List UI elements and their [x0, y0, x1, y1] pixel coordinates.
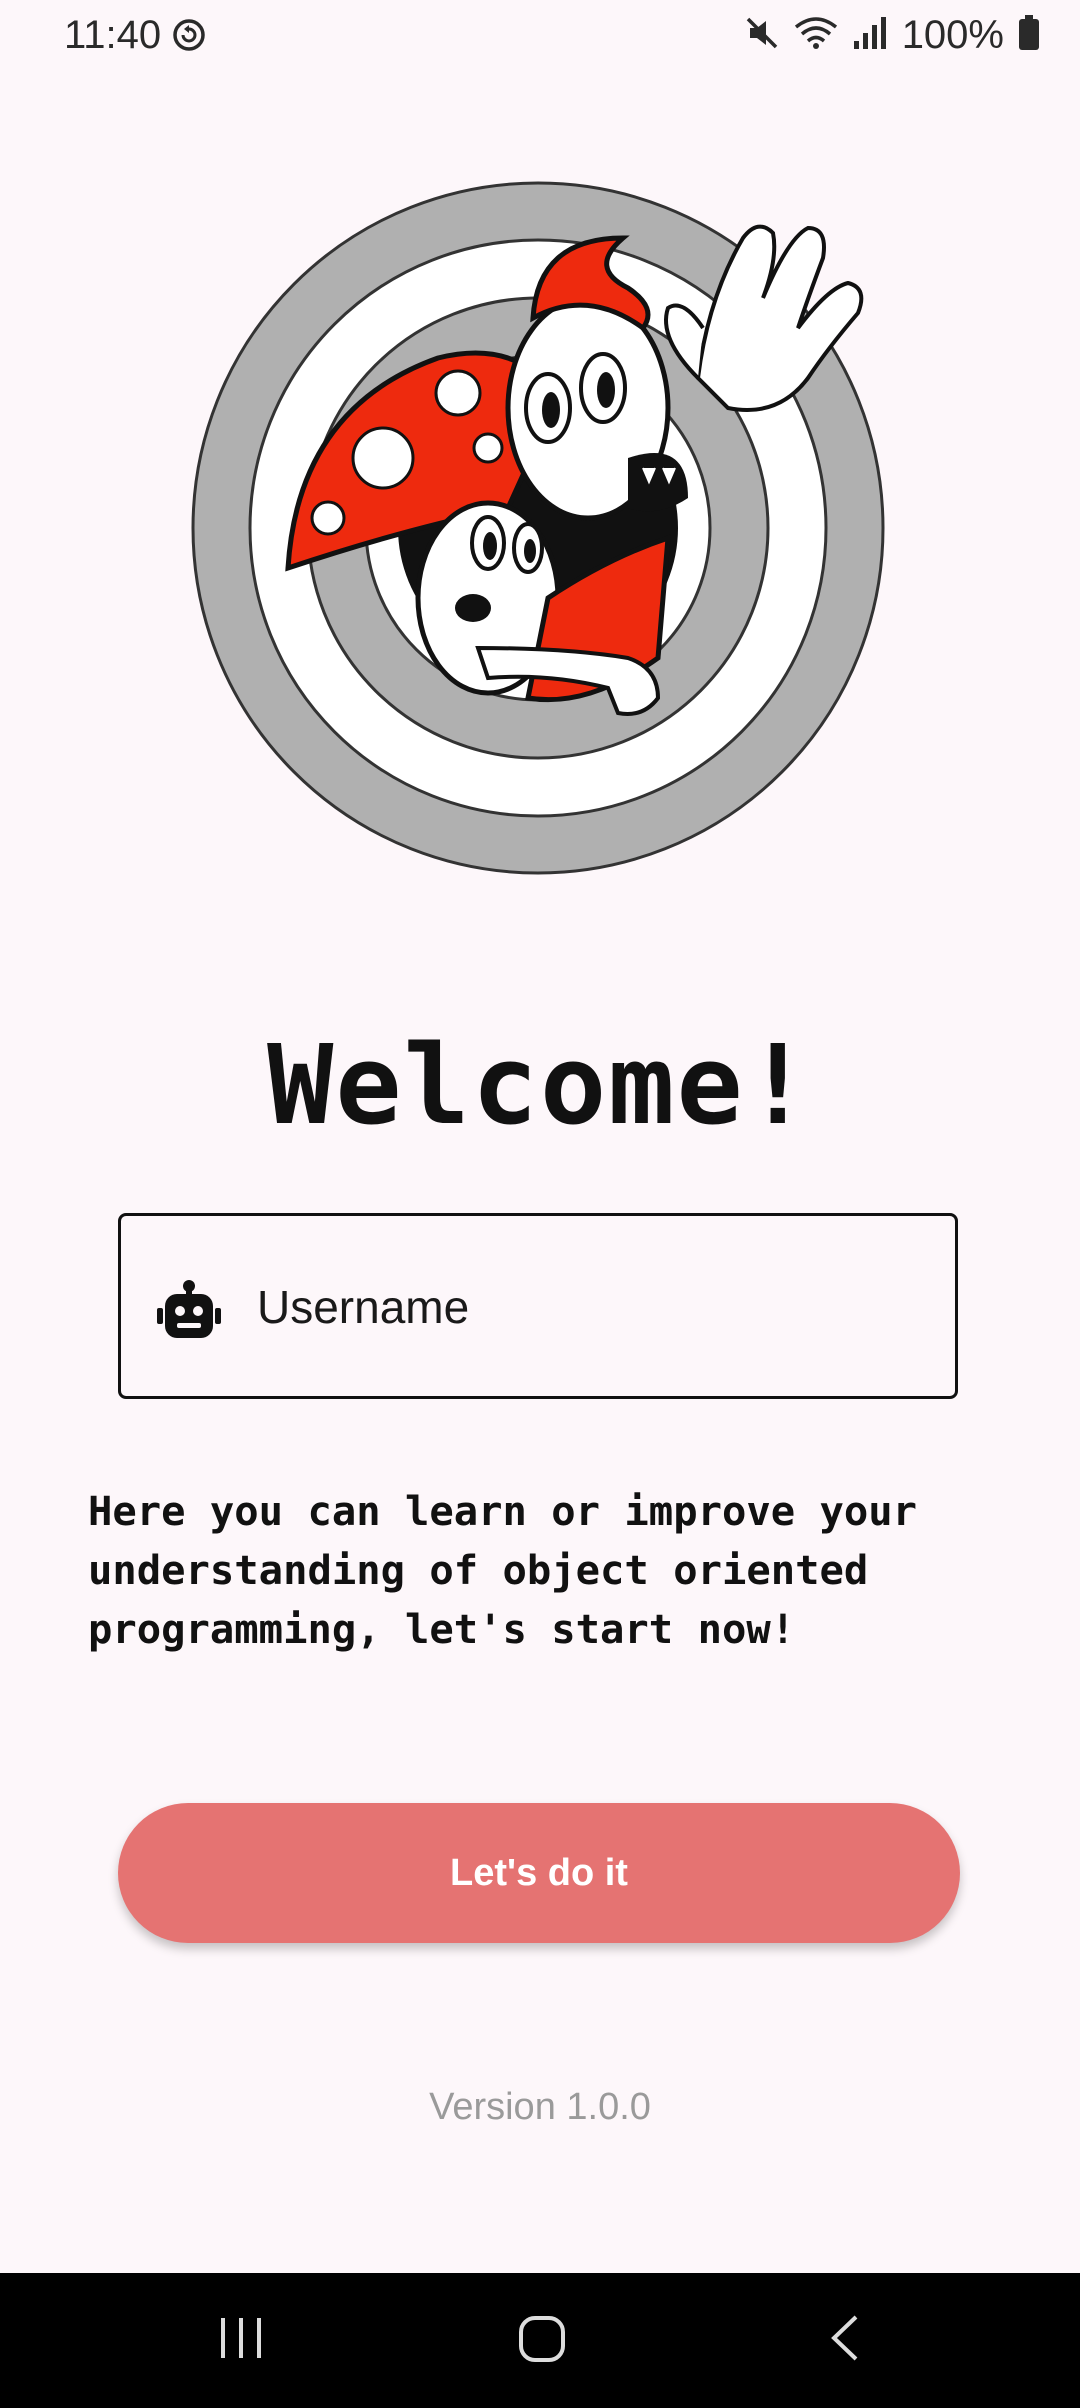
username-input[interactable] — [255, 1256, 919, 1358]
recent-apps-icon[interactable] — [218, 2313, 264, 2368]
welcome-title: Welcome! — [267, 1021, 813, 1149]
signal-icon — [852, 15, 888, 56]
battery-icon — [1018, 14, 1040, 56]
home-icon[interactable] — [518, 2313, 566, 2368]
lets-do-it-button[interactable]: Let's do it — [118, 1803, 960, 1943]
username-field[interactable] — [118, 1213, 958, 1399]
status-right-group: 100% — [744, 10, 1040, 60]
navigation-bar — [0, 2273, 1080, 2408]
battery-percentage: 100% — [901, 12, 1004, 57]
robot-icon — [157, 1280, 221, 1345]
intro-description: Here you can learn or improve your under… — [88, 1487, 918, 1653]
version-label: Version 1.0.0 — [429, 2086, 651, 2128]
wifi-icon — [794, 15, 838, 56]
sync-icon — [172, 18, 206, 57]
mushroom-mascot-logo — [188, 178, 888, 878]
status-bar: 11:40 100% — [0, 0, 1080, 70]
back-icon[interactable] — [828, 2313, 862, 2368]
status-time: 11:40 — [64, 13, 162, 57]
mute-icon — [744, 15, 780, 56]
